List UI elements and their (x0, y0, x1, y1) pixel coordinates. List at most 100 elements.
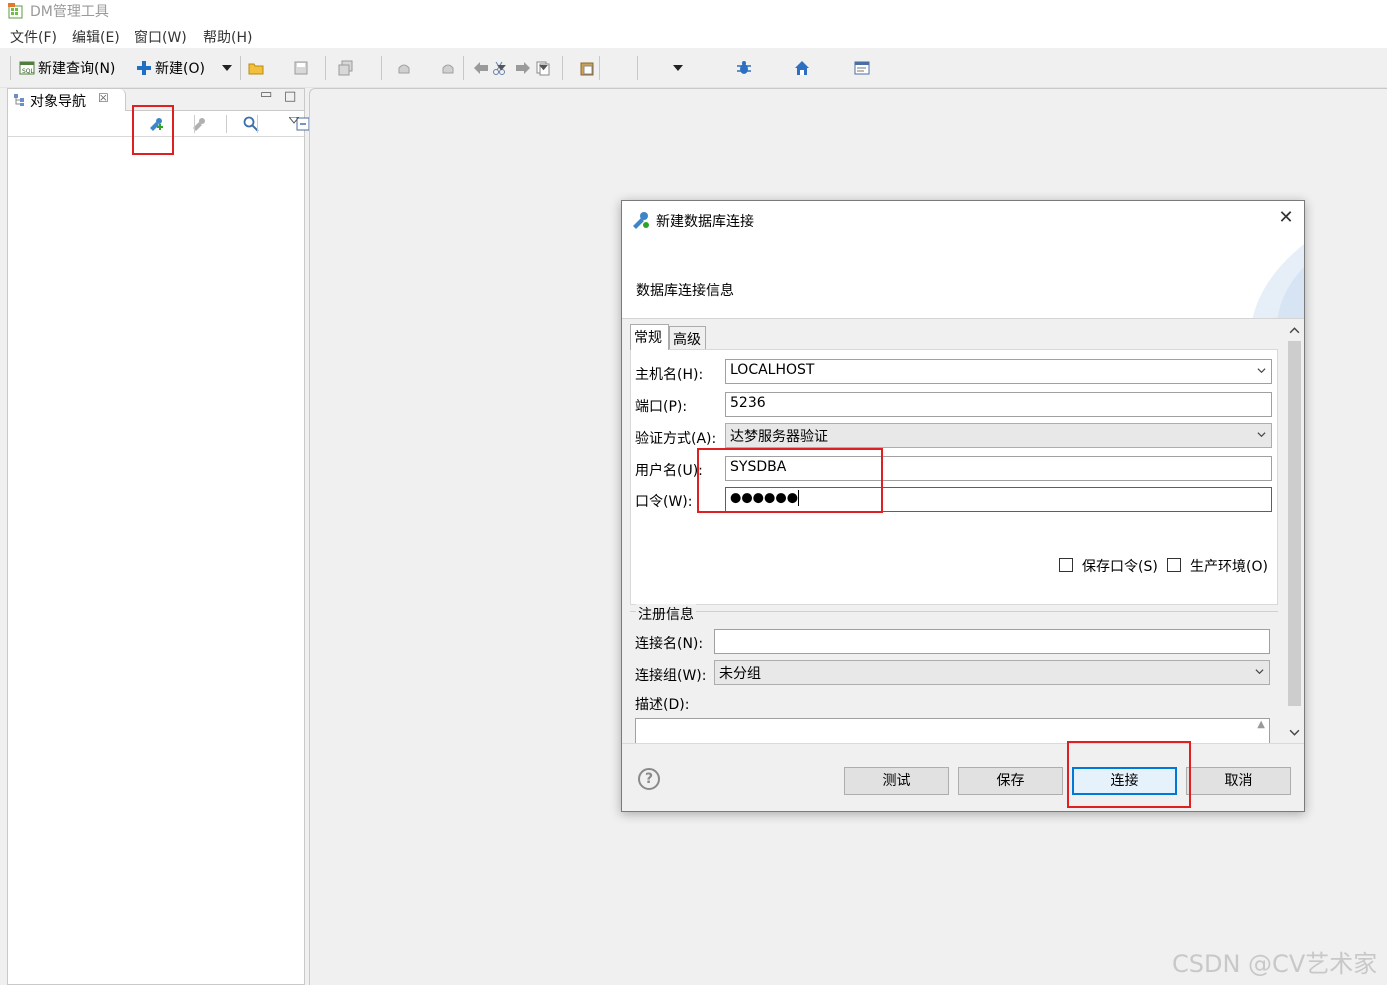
watermark: CSDN @CV艺术家 (1172, 950, 1378, 978)
dialog-body: 常规 高级 主机名(H): LOCALHOST 端口(P): 5236 验证方式… (626, 321, 1286, 743)
auth-method-select[interactable]: 达梦服务器验证 (725, 423, 1272, 448)
description-textarea[interactable]: ▲ (635, 718, 1270, 743)
close-tab-icon[interactable]: ☒ (98, 91, 109, 105)
open-folder-icon[interactable] (248, 60, 264, 76)
menu-file[interactable]: 文件(F) (10, 27, 57, 47)
object-navigator-panel: 对象导航 ☒ ▭ □ (7, 87, 361, 985)
tree-icon (14, 94, 24, 106)
save-icon[interactable] (293, 60, 309, 76)
database-connection-icon (633, 212, 649, 229)
toolbar-separator (325, 56, 326, 80)
new-query-label: 新建查询(N) (38, 61, 116, 77)
auth-label: 验证方式(A): (635, 431, 717, 447)
toolbar-separator (194, 115, 195, 133)
connection-group-value: 未分组 (719, 666, 761, 682)
dialog-subtitle: 数据库连接信息 (636, 283, 734, 299)
plus-icon (137, 61, 151, 75)
navigator-tab-label: 对象导航 (30, 94, 86, 110)
auth-value: 达梦服务器验证 (730, 429, 828, 445)
maximize-icon[interactable]: □ (284, 89, 296, 104)
new-label: 新建(O) (155, 61, 205, 77)
toolbar-separator (599, 56, 600, 80)
title-bar: DM管理工具 (0, 0, 1387, 22)
save-button[interactable]: 保存 (958, 767, 1063, 795)
menu-help[interactable]: 帮助(H) (203, 27, 252, 47)
password-value: ●●●●●● (730, 490, 799, 506)
close-icon[interactable]: ✕ (1276, 209, 1296, 229)
save-all-icon[interactable] (338, 60, 354, 76)
save-password-checkbox[interactable] (1059, 558, 1073, 572)
password-field[interactable]: ●●●●●● (725, 487, 1272, 512)
toolbar-separator (562, 56, 563, 80)
production-label: 生产环境(O) (1190, 559, 1268, 575)
new-button[interactable]: 新建(O) (136, 58, 205, 78)
dialog-scrollbar[interactable] (1286, 321, 1303, 743)
chevron-down-icon (1257, 432, 1266, 438)
debug-icon[interactable] (736, 60, 752, 76)
test-button[interactable]: 测试 (844, 767, 949, 795)
menu-edit[interactable]: 编辑(E) (72, 27, 120, 47)
port-field[interactable]: 5236 (725, 392, 1272, 417)
redo-icon[interactable] (440, 60, 456, 76)
header-decoration (1252, 244, 1304, 318)
port-label: 端口(P): (635, 399, 688, 415)
chevron-down-icon (1255, 669, 1264, 675)
new-connection-icon[interactable] (148, 116, 164, 132)
connection-group-label: 连接组(W): (635, 668, 707, 684)
host-combobox[interactable]: LOCALHOST (725, 359, 1272, 384)
scroll-up-icon[interactable] (1289, 325, 1300, 336)
description-label: 描述(D): (635, 697, 690, 713)
connect-button[interactable]: 连接 (1072, 767, 1177, 795)
host-value: LOCALHOST (730, 362, 815, 378)
toolbar-separator (226, 115, 227, 133)
menu-window[interactable]: 窗口(W) (134, 27, 187, 47)
password-label: 口令(W): (635, 494, 693, 510)
paste-icon[interactable] (579, 60, 595, 76)
home-icon[interactable] (794, 60, 810, 76)
new-connection-dialog: 新建数据库连接 ✕ 数据库连接信息 常规 高级 主机名(H): LOCALHOS… (621, 200, 1305, 812)
app-icon (8, 3, 23, 19)
production-checkbox[interactable] (1167, 558, 1181, 572)
svg-text:SQL: SQL (22, 68, 35, 75)
toolbar-separator (10, 56, 11, 80)
toolbar-separator (637, 56, 638, 80)
menu-bar: 文件(F) 编辑(E) 窗口(W) 帮助(H) (0, 22, 1387, 48)
perspective-dropdown-icon[interactable] (673, 65, 683, 73)
text-cursor (798, 490, 800, 506)
navigator-tab-bar: 对象导航 ☒ ▭ □ (8, 87, 304, 111)
chevron-down-icon (1257, 368, 1266, 374)
help-icon[interactable]: ? (638, 768, 660, 790)
minimize-icon[interactable]: ▭ (260, 87, 272, 102)
username-value: SYSDBA (730, 459, 787, 475)
connection-group-select[interactable]: 未分组 (714, 660, 1270, 685)
toolbar-separator (463, 56, 464, 80)
scroll-thumb[interactable] (1288, 341, 1301, 706)
app-title: DM管理工具 (30, 4, 109, 20)
back-icon[interactable] (473, 61, 489, 75)
navigator-tab[interactable]: 对象导航 ☒ (8, 89, 126, 111)
new-dropdown-icon[interactable] (222, 65, 232, 73)
tab-general[interactable]: 常规 (630, 324, 669, 350)
view-menu-icon[interactable] (289, 117, 299, 125)
save-password-label: 保存口令(S) (1082, 559, 1158, 575)
forward-dropdown-icon[interactable] (539, 65, 548, 72)
new-query-button[interactable]: SQL 新建查询(N) (19, 58, 115, 78)
undo-icon[interactable] (396, 60, 412, 76)
textarea-scroll-up-icon[interactable]: ▲ (1257, 719, 1265, 730)
username-field[interactable]: SYSDBA (725, 456, 1272, 481)
back-dropdown-icon[interactable] (497, 65, 506, 72)
toolbar-separator (240, 56, 241, 80)
perspective-icon[interactable] (854, 60, 870, 76)
forward-icon[interactable] (515, 61, 531, 75)
scroll-down-icon[interactable] (1289, 727, 1300, 738)
register-info-group: 注册信息 连接名(N): 连接组(W): 未分组 描述(D): ▲ (630, 604, 1278, 743)
host-label: 主机名(H): (635, 367, 704, 383)
port-value: 5236 (730, 395, 766, 411)
dialog-title: 新建数据库连接 (656, 214, 754, 230)
cancel-button[interactable]: 取消 (1186, 767, 1291, 795)
connection-name-field[interactable] (714, 629, 1270, 654)
dialog-footer: ? 测试 保存 连接 取消 (622, 743, 1304, 811)
toolbar-separator (257, 115, 258, 133)
connection-name-label: 连接名(N): (635, 636, 704, 652)
tab-advanced[interactable]: 高级 (669, 326, 706, 350)
